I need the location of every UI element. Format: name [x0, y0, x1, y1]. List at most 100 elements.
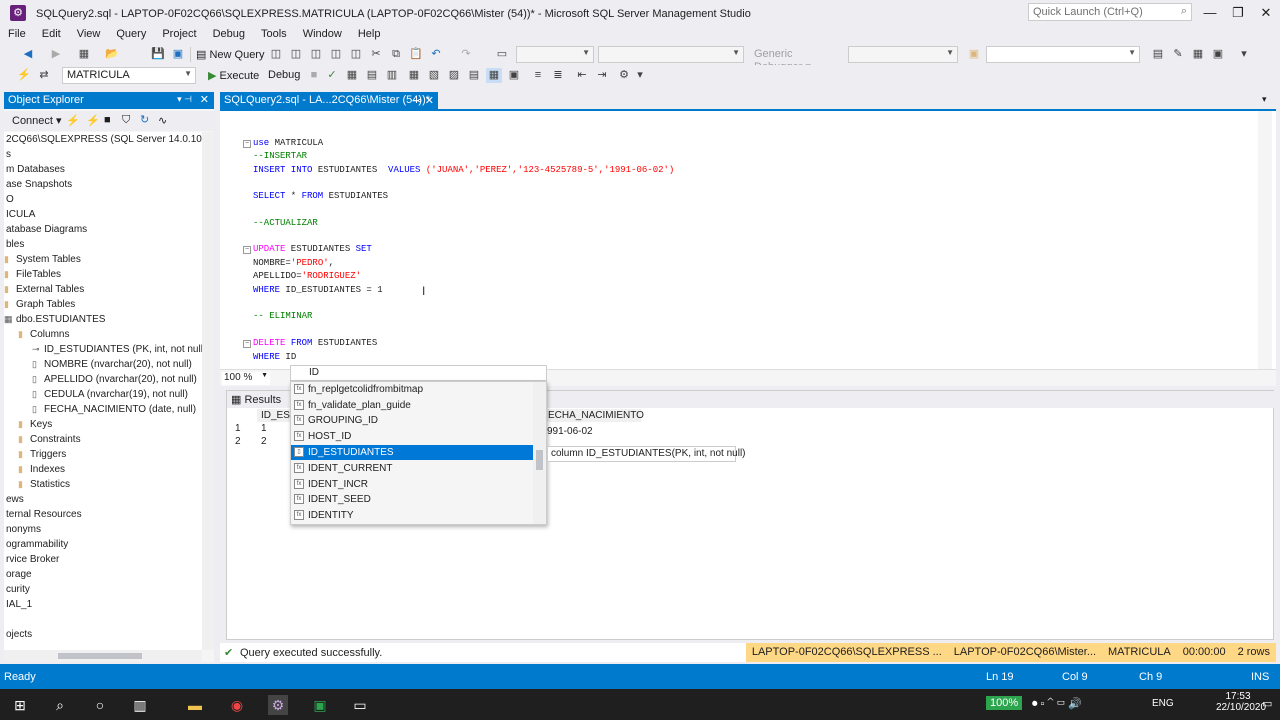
- ssms-taskbar-icon[interactable]: ⚙: [268, 695, 288, 715]
- menu-file[interactable]: File: [0, 27, 34, 42]
- clock[interactable]: 17:53 22/10/2020: [1216, 691, 1266, 713]
- tab-overflow-icon[interactable]: ▾: [1262, 94, 1267, 105]
- tree-node[interactable]: ▮ Graph Tables: [4, 297, 75, 312]
- column-header[interactable]: ECHA_NACIMIENTO: [545, 409, 644, 422]
- intellisense-icon[interactable]: ▥: [384, 68, 400, 83]
- tree-node[interactable]: orage: [6, 567, 32, 582]
- results-to-file-icon[interactable]: ▣: [506, 68, 522, 83]
- tree-node[interactable]: ▮ Keys: [18, 417, 52, 432]
- actual-plan-icon[interactable]: ▦: [406, 68, 422, 83]
- window-layout-icon[interactable]: ▣: [1210, 47, 1226, 62]
- tree-node[interactable]: ▮ External Tables: [4, 282, 84, 297]
- tree-node[interactable]: ▮ Triggers: [18, 447, 66, 462]
- autocomplete-item[interactable]: fx IDENT_SEED: [291, 492, 533, 507]
- results-to-grid-icon[interactable]: ▦: [486, 68, 502, 83]
- tree-node[interactable]: ase Snapshots: [6, 177, 72, 192]
- execute-button[interactable]: ▶ Execute: [208, 69, 259, 82]
- increase-indent-icon[interactable]: ⇥: [594, 68, 610, 83]
- editor-vertical-scrollbar[interactable]: [1258, 111, 1272, 369]
- menu-debug[interactable]: Debug: [205, 27, 253, 42]
- menu-tools[interactable]: Tools: [253, 27, 295, 42]
- tree-node[interactable]: s: [6, 147, 11, 162]
- redo-icon[interactable]: ↷: [458, 47, 474, 62]
- minimize-button[interactable]: —: [1196, 3, 1224, 23]
- open-file-icon[interactable]: 📂: [104, 47, 120, 62]
- input-language[interactable]: ENG: [1152, 698, 1174, 709]
- tree-node[interactable]: ogrammability: [6, 537, 68, 552]
- menu-query[interactable]: Query: [108, 27, 154, 42]
- tree-node[interactable]: O: [6, 192, 14, 207]
- filter-icon[interactable]: ⛉: [122, 114, 130, 127]
- debug-target-dropdown[interactable]: ▼: [848, 46, 958, 63]
- new-project-icon[interactable]: ▦: [76, 47, 92, 62]
- tree-node-column[interactable]: ▯ FECHA_NACIMIENTO (date, null): [32, 402, 196, 417]
- notifications-icon[interactable]: ▭: [1262, 697, 1272, 710]
- save-icon[interactable]: 💾: [150, 47, 166, 62]
- analysis-query-icon[interactable]: ◫: [288, 47, 304, 62]
- db-engine-query-icon[interactable]: ◫: [268, 47, 284, 62]
- connect-dropdown[interactable]: Connect ▾: [12, 114, 62, 127]
- activity-monitor-icon[interactable]: ∿: [158, 114, 167, 127]
- menu-view[interactable]: View: [69, 27, 109, 42]
- menu-project[interactable]: Project: [154, 27, 204, 42]
- customize-icon[interactable]: ▾: [1236, 47, 1252, 62]
- tab-close-icon[interactable]: ⊸ ✕: [413, 94, 435, 107]
- toolbar-options-icon[interactable]: ▾: [632, 68, 648, 83]
- find-dropdown[interactable]: ▼: [986, 46, 1140, 63]
- specify-values-icon[interactable]: ⚙: [616, 68, 632, 83]
- autocomplete-scrollbar[interactable]: [533, 382, 546, 524]
- query-editor[interactable]: − − − use MATRICULA --INSERTAR INSERT IN…: [220, 109, 1276, 369]
- query-designer-icon[interactable]: ▤: [364, 68, 380, 83]
- decrease-indent-icon[interactable]: ⇤: [574, 68, 590, 83]
- tray-icons[interactable]: ⏺ ▫ ⌃ ▭ 🔊: [1032, 697, 1082, 711]
- tree-node-column[interactable]: ▯ NOMBRE (nvarchar(20), not null): [32, 357, 192, 372]
- refresh-icon[interactable]: ↻: [140, 113, 149, 126]
- tree-node-tables[interactable]: bles: [6, 237, 24, 252]
- autocomplete-item-selected[interactable]: ▯ ID_ESTUDIANTES: [291, 445, 533, 460]
- connect-icon[interactable]: ⚡: [16, 68, 32, 83]
- tree-node[interactable]: ▮ System Tables: [4, 252, 81, 267]
- menu-edit[interactable]: Edit: [34, 27, 69, 42]
- terminal-icon[interactable]: ▭: [350, 695, 370, 715]
- copy-icon[interactable]: ⧉: [388, 47, 404, 62]
- mdx-query-icon[interactable]: ◫: [308, 47, 324, 62]
- tree-vertical-scrollbar[interactable]: [202, 132, 214, 650]
- file-explorer-icon[interactable]: ▬: [185, 695, 205, 715]
- disconnect-icon[interactable]: ⚡: [86, 114, 100, 127]
- chrome-icon[interactable]: ◉: [227, 695, 247, 715]
- comment-icon[interactable]: ≡: [530, 68, 546, 83]
- tree-node[interactable]: ▮ FileTables: [4, 267, 61, 282]
- dmx-query-icon[interactable]: ◫: [328, 47, 344, 62]
- change-connection-icon[interactable]: ⇄: [36, 68, 52, 83]
- cut-icon[interactable]: ✂: [368, 47, 384, 62]
- tree-node[interactable]: ews: [6, 492, 24, 507]
- debugger-dropdown[interactable]: Generic Debugger ▾: [738, 47, 846, 73]
- tree-node-columns[interactable]: ▮ Columns: [18, 327, 69, 342]
- solution-explorer-icon[interactable]: ▤: [1150, 47, 1166, 62]
- tree-node[interactable]: m Databases: [6, 162, 65, 177]
- cancel-query-icon[interactable]: ■: [306, 68, 322, 83]
- tree-node[interactable]: curity: [6, 582, 30, 597]
- toolbox-icon[interactable]: ▭: [494, 47, 510, 62]
- properties-icon[interactable]: ✎: [1170, 47, 1186, 62]
- search-icon[interactable]: ⌕: [50, 695, 70, 715]
- find-in-files-icon[interactable]: ▣: [966, 47, 982, 62]
- battery-indicator[interactable]: 100%: [986, 696, 1023, 710]
- paste-icon[interactable]: 📋: [408, 47, 424, 62]
- task-view-icon[interactable]: ▥: [130, 695, 150, 715]
- live-stats-icon[interactable]: ▧: [426, 68, 442, 83]
- tab-sqlquery2[interactable]: SQLQuery2.sql - LA...2CQ66\Mister (54))*…: [220, 92, 438, 109]
- menu-window[interactable]: Window: [295, 27, 350, 42]
- tree-node[interactable]: nonyms: [6, 522, 41, 537]
- database-dropdown[interactable]: MATRICULA ▼: [62, 67, 196, 84]
- forward-icon[interactable]: ▶: [48, 47, 64, 62]
- tree-node[interactable]: ternal Resources: [6, 507, 82, 522]
- save-all-icon[interactable]: ▣: [170, 47, 186, 62]
- tree-node[interactable]: ▮ Statistics: [18, 477, 70, 492]
- collapse-icon[interactable]: −: [243, 140, 251, 148]
- tree-node-column[interactable]: ▯ APELLIDO (nvarchar(20), not null): [32, 372, 197, 387]
- tree-node-database[interactable]: ICULA: [6, 207, 35, 222]
- excel-icon[interactable]: ▣: [310, 695, 330, 715]
- windows-start-icon[interactable]: ⊞: [10, 695, 30, 715]
- tree-node[interactable]: ▮ Constraints: [18, 432, 81, 447]
